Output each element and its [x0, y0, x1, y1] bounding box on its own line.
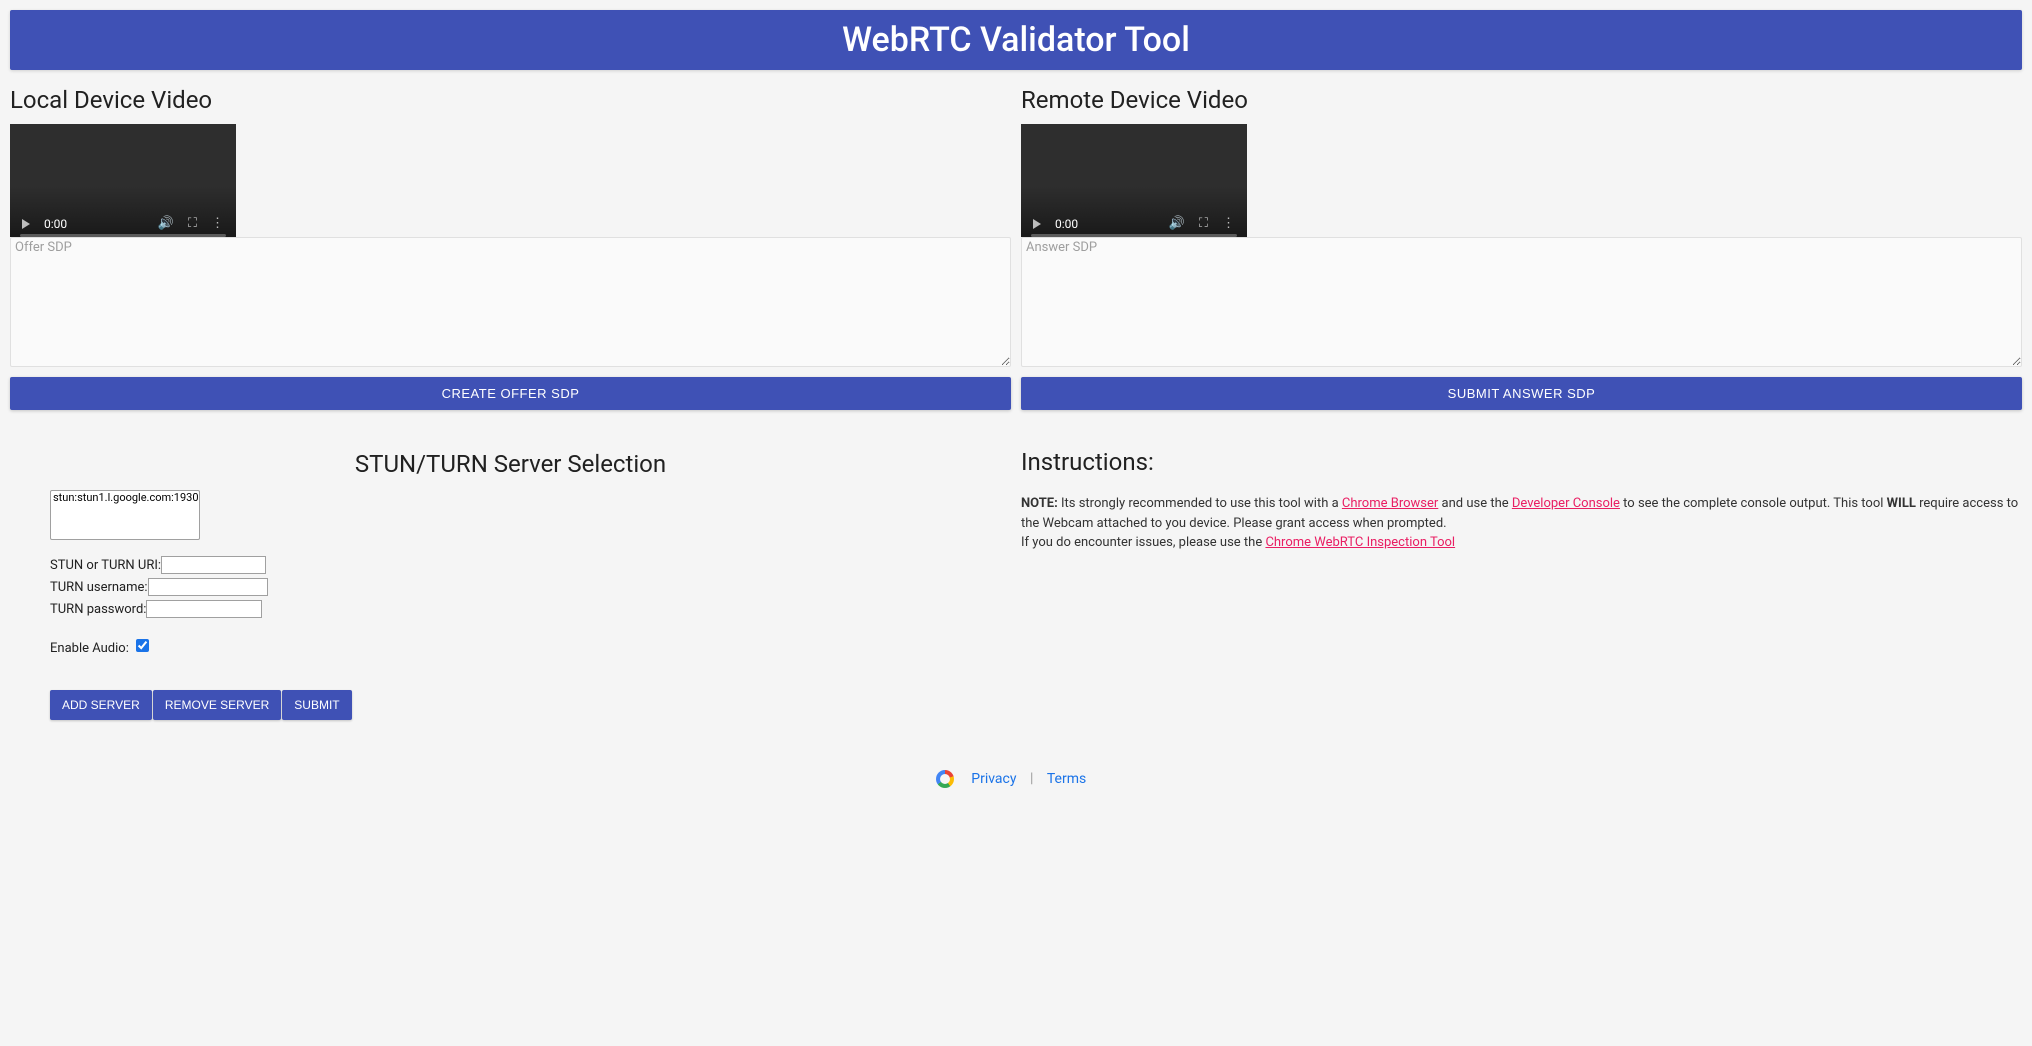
local-video[interactable]: 0:00 🔊 ⛶ ⋮ [10, 124, 236, 237]
more-icon[interactable]: ⋮ [211, 216, 224, 231]
more-icon[interactable]: ⋮ [1222, 216, 1235, 231]
instructions-heading: Instructions: [1021, 448, 2022, 476]
submit-servers-button[interactable]: SUBMIT [282, 690, 351, 720]
progress-track[interactable] [1031, 234, 1237, 237]
privacy-link[interactable]: Privacy [971, 771, 1016, 787]
local-video-time: 0:00 [44, 217, 67, 231]
footer: Privacy | Terms [10, 770, 2022, 788]
submit-answer-sdp-button[interactable]: SUBMIT ANSWER SDP [1021, 377, 2022, 410]
offer-sdp-textarea[interactable] [10, 237, 1011, 367]
server-list[interactable]: stun:stun1.l.google.com:19302 [50, 490, 200, 540]
remove-server-button[interactable]: REMOVE SERVER [153, 690, 281, 720]
add-server-button[interactable]: ADD SERVER [50, 690, 152, 720]
webrtc-inspection-link[interactable]: Chrome WebRTC Inspection Tool [1265, 535, 1455, 550]
play-icon[interactable] [1033, 219, 1041, 229]
local-column: Local Device Video 0:00 🔊 ⛶ ⋮ CREATE OFF… [10, 86, 1011, 720]
fullscreen-icon[interactable]: ⛶ [188, 216, 197, 231]
turn-username-label: TURN username: [50, 580, 148, 595]
answer-sdp-textarea[interactable] [1021, 237, 2022, 367]
terms-link[interactable]: Terms [1047, 771, 1086, 787]
progress-track[interactable] [20, 234, 226, 237]
create-offer-sdp-button[interactable]: CREATE OFFER SDP [10, 377, 1011, 410]
enable-audio-checkbox[interactable] [136, 639, 149, 652]
enable-audio-label: Enable Audio: [50, 641, 129, 656]
developer-console-link[interactable]: Developer Console [1512, 496, 1620, 511]
uri-input[interactable] [161, 556, 266, 574]
footer-divider: | [1030, 771, 1033, 787]
server-selection-heading: STUN/TURN Server Selection [10, 450, 1011, 478]
remote-video[interactable]: 0:00 🔊 ⛶ ⋮ [1021, 124, 1247, 237]
note-label: NOTE: [1021, 496, 1058, 511]
fullscreen-icon[interactable]: ⛶ [1199, 216, 1208, 231]
instructions-text: NOTE: Its strongly recommended to use th… [1021, 494, 2022, 553]
remote-column: Remote Device Video 0:00 🔊 ⛶ ⋮ SUBMIT AN… [1021, 86, 2022, 720]
google-logo-icon [936, 770, 954, 788]
page-title: WebRTC Validator Tool [10, 10, 2022, 70]
volume-icon[interactable]: 🔊 [158, 216, 174, 231]
server-option[interactable]: stun:stun1.l.google.com:19302 [51, 491, 199, 505]
turn-username-input[interactable] [148, 578, 268, 596]
local-video-heading: Local Device Video [10, 86, 1011, 114]
remote-video-heading: Remote Device Video [1021, 86, 2022, 114]
remote-video-time: 0:00 [1055, 217, 1078, 231]
play-icon[interactable] [22, 219, 30, 229]
chrome-browser-link[interactable]: Chrome Browser [1342, 496, 1438, 511]
volume-icon[interactable]: 🔊 [1169, 216, 1185, 231]
turn-password-label: TURN password: [50, 602, 146, 617]
uri-label: STUN or TURN URI: [50, 558, 161, 573]
turn-password-input[interactable] [146, 600, 262, 618]
